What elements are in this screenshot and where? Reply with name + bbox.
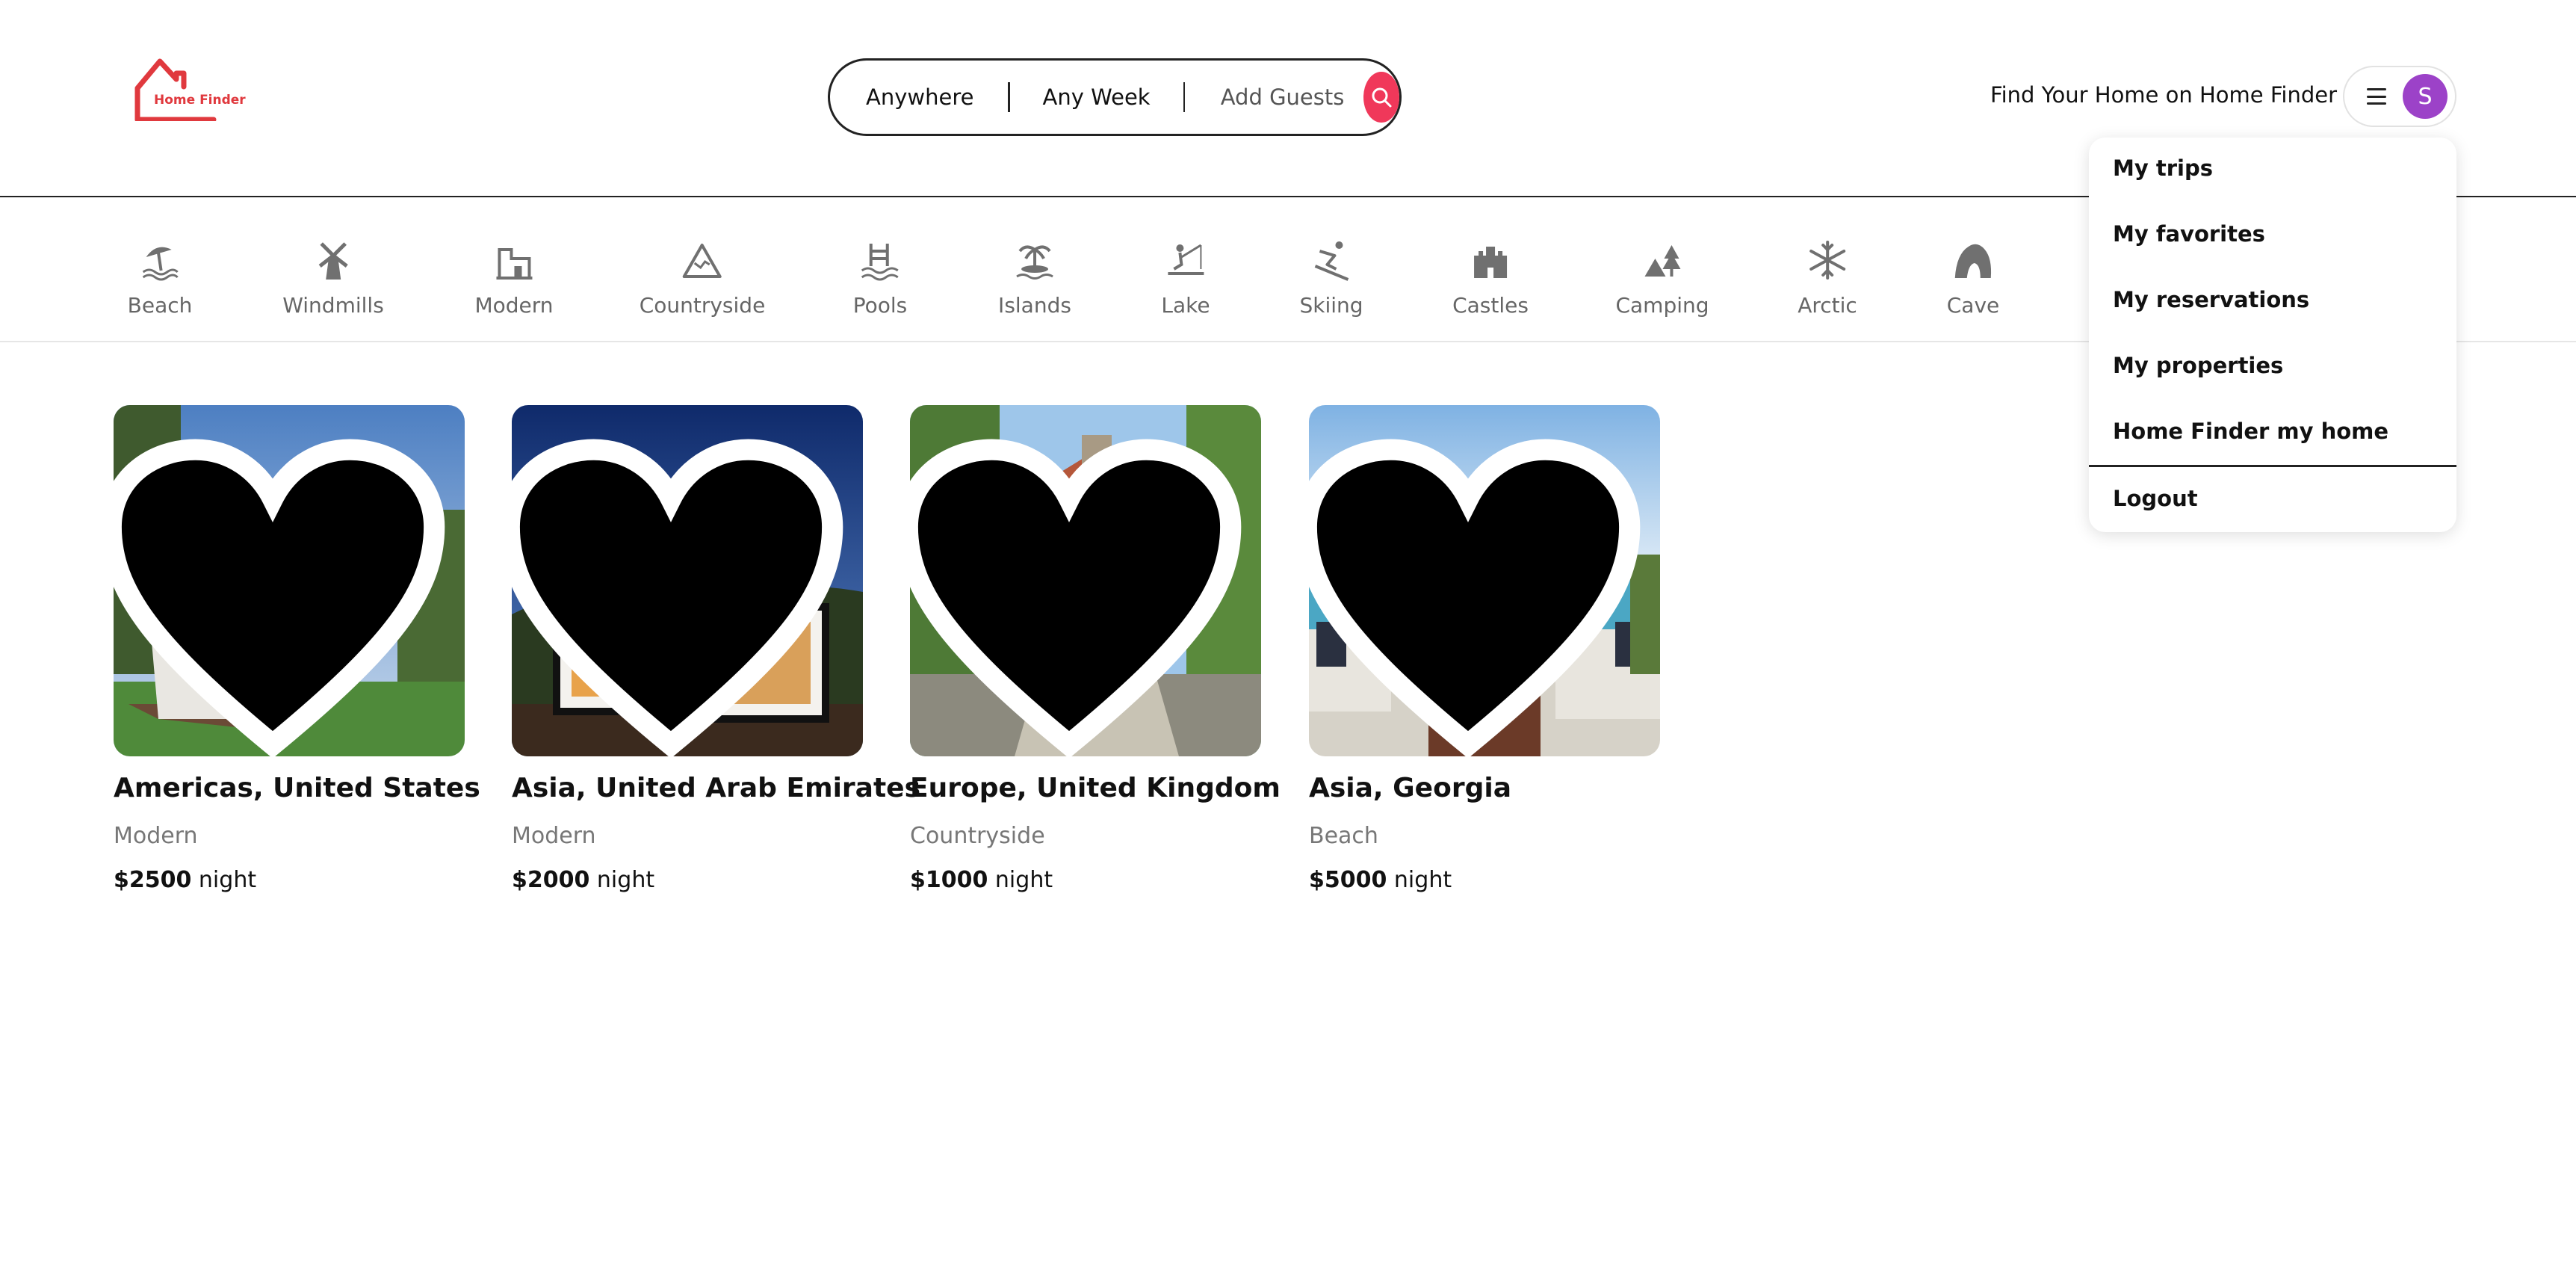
search-week[interactable]: Any Week [1010, 84, 1183, 110]
listing-price: $2000 night [512, 867, 863, 893]
category-modern[interactable]: Modern [474, 239, 554, 318]
skiing-icon [1314, 241, 1349, 281]
price-unit: night [994, 867, 1053, 893]
listing-location: Europe, United Kingdom [910, 773, 1281, 803]
listing-type: Countryside [910, 823, 1045, 849]
category-beach[interactable]: Beach [127, 239, 193, 318]
listing-card[interactable]: Europe, United Kingdom Countryside $1000… [910, 405, 1281, 893]
category-castles[interactable]: Castles [1452, 239, 1529, 318]
category-cave[interactable]: Cave [1946, 239, 2000, 318]
price-amount: $1000 [910, 867, 988, 893]
category-label: Windmills [282, 293, 384, 318]
menu-item-home-finder-my-home[interactable]: Home Finder my home [2113, 419, 2388, 444]
menu-item-my-properties[interactable]: My properties [2113, 353, 2283, 378]
listing-photo[interactable] [512, 405, 863, 756]
category-windmills[interactable]: Windmills [282, 239, 384, 318]
category-label: Beach [127, 293, 193, 318]
castle-icon [1474, 247, 1507, 278]
category-label: Cave [1946, 293, 2000, 318]
house-logo-icon [134, 58, 217, 123]
listing-type: Modern [512, 823, 596, 849]
price-unit: night [596, 867, 655, 893]
listing-price: $1000 night [910, 867, 1261, 893]
menu-item-logout[interactable]: Logout [2113, 486, 2198, 511]
search-location[interactable]: Anywhere [830, 84, 1008, 110]
hamburger-icon [2367, 88, 2386, 105]
listing-price: $5000 night [1309, 867, 1660, 893]
category-label: Modern [474, 293, 554, 318]
modern-house-icon [496, 248, 532, 280]
price-unit: night [198, 867, 257, 893]
listing-card[interactable]: Asia, United Arab Emirates Modern $2000 … [512, 405, 921, 893]
category-pools[interactable]: Pools [852, 239, 908, 318]
listing-photo[interactable] [1309, 405, 1660, 756]
category-skiing[interactable]: Skiing [1299, 239, 1363, 318]
menu-item-my-trips[interactable]: My trips [2113, 155, 2213, 181]
mountain-icon [682, 244, 722, 278]
category-label: Castles [1452, 293, 1529, 318]
avatar: S [2403, 74, 2447, 119]
listing-location: Asia, United Arab Emirates [512, 773, 921, 803]
user-dropdown-menu: My trips My favorites My reservations My… [2089, 138, 2456, 532]
host-cta-link[interactable]: Find Your Home on Home Finder [1990, 82, 2337, 108]
listing-location: Americas, United States [114, 773, 480, 803]
heart-icon[interactable] [512, 422, 846, 756]
pool-icon [861, 244, 899, 281]
category-countryside[interactable]: Countryside [639, 239, 766, 318]
listing-type: Beach [1309, 823, 1378, 849]
menu-divider [2089, 465, 2456, 467]
listing-card[interactable]: Asia, Georgia Beach $5000 night [1309, 405, 1660, 893]
category-camping[interactable]: Camping [1615, 239, 1709, 318]
listing-price: $2500 night [114, 867, 465, 893]
search-guests[interactable]: Add Guests [1185, 84, 1363, 110]
snowflake-icon [1809, 241, 1845, 280]
category-label: Camping [1615, 293, 1709, 318]
category-label: Countryside [639, 293, 766, 318]
logo-text: Home Finder [154, 93, 246, 108]
category-label: Arctic [1798, 293, 1857, 318]
heart-icon[interactable] [1309, 422, 1644, 756]
island-icon [1016, 245, 1053, 280]
search-icon [1372, 87, 1392, 108]
menu-item-my-reservations[interactable]: My reservations [2113, 287, 2309, 312]
price-amount: $5000 [1309, 867, 1387, 893]
category-label: Pools [852, 293, 908, 318]
menu-item-my-favorites[interactable]: My favorites [2113, 221, 2265, 247]
camping-icon [1644, 245, 1680, 277]
beach-umbrella-icon [143, 247, 179, 281]
category-label: Lake [1161, 293, 1210, 318]
listing-location: Asia, Georgia [1309, 773, 1511, 803]
category-label: Islands [998, 293, 1071, 318]
category-label: Skiing [1299, 293, 1363, 318]
listing-card[interactable]: Americas, United States Modern $2500 nig… [114, 405, 480, 893]
search-button[interactable] [1363, 72, 1399, 123]
search-bar[interactable]: Anywhere Any Week Add Guests [828, 58, 1402, 136]
heart-icon[interactable] [910, 422, 1245, 756]
user-menu-button[interactable]: S [2343, 66, 2456, 127]
heart-icon[interactable] [114, 422, 448, 756]
price-amount: $2500 [114, 867, 192, 893]
listing-photo[interactable] [114, 405, 465, 756]
lake-icon [1167, 244, 1204, 275]
price-amount: $2000 [512, 867, 590, 893]
category-islands[interactable]: Islands [998, 239, 1071, 318]
home-finder-logo[interactable]: Home Finder [131, 57, 246, 123]
cave-icon [1954, 244, 1992, 278]
windmill-icon [318, 242, 348, 280]
category-arctic[interactable]: Arctic [1798, 239, 1857, 318]
price-unit: night [1393, 867, 1452, 893]
listing-type: Modern [114, 823, 198, 849]
listing-photo[interactable] [910, 405, 1261, 756]
category-lake[interactable]: Lake [1161, 239, 1210, 318]
